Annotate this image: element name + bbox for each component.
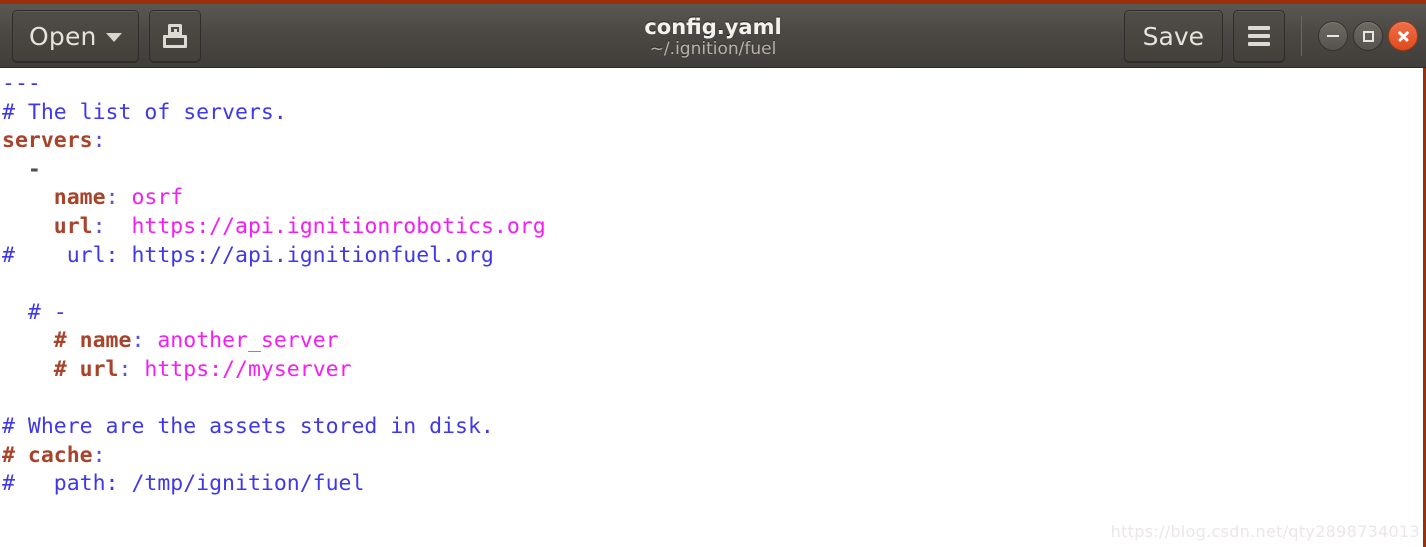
- code-line: # The list of servers.: [2, 99, 287, 125]
- open-button[interactable]: Open: [12, 10, 139, 62]
- gedit-window: Open config.yaml ~/.ignition/fuel Save -…: [0, 0, 1426, 547]
- chevron-down-icon: [105, 33, 122, 42]
- maximize-button[interactable]: [1353, 21, 1383, 51]
- save-button[interactable]: Save: [1123, 10, 1223, 62]
- text-editor-area[interactable]: --- # The list of servers. servers: - name…: [0, 68, 1426, 547]
- minimize-icon: [1327, 35, 1339, 37]
- code-line: # url: https://myserver: [53, 356, 352, 382]
- page-title: config.yaml: [644, 15, 782, 40]
- code-line: ---: [2, 71, 41, 96]
- code-line: # Where are the assets stored in disk.: [2, 414, 494, 440]
- code-line: # path: /tmp/ignition/fuel: [2, 471, 365, 497]
- close-button[interactable]: [1388, 21, 1418, 51]
- new-document-button[interactable]: [148, 10, 201, 62]
- minimize-button[interactable]: [1318, 21, 1348, 51]
- code-line: # name: another_server: [53, 328, 339, 354]
- close-icon: [1397, 30, 1410, 43]
- code-line: name: osrf: [53, 185, 184, 211]
- toolbar-divider: [1301, 16, 1302, 56]
- title-bar: Open config.yaml ~/.ignition/fuel Save: [0, 0, 1426, 68]
- window-controls: [1318, 21, 1418, 51]
- code-line: -: [27, 156, 41, 182]
- code-line: # -: [27, 299, 67, 325]
- toolbar-right-group: Save: [1123, 10, 1418, 62]
- save-button-label: Save: [1142, 21, 1204, 51]
- menu-button[interactable]: [1233, 10, 1285, 62]
- source-code[interactable]: --- # The list of servers. servers: - name…: [2, 70, 1426, 499]
- watermark-text: https://blog.csdn.net/qty2898734013: [1110, 522, 1420, 541]
- open-button-label: Open: [29, 21, 97, 51]
- code-line: servers:: [2, 128, 106, 154]
- hamburger-menu-icon: [1248, 26, 1270, 46]
- code-line: # url: https://api.ignitionfuel.org: [2, 242, 494, 268]
- save-as-icon: [162, 24, 188, 48]
- document-path: ~/.ignition/fuel: [649, 39, 777, 60]
- code-line: url: https://api.ignitionrobotics.org: [53, 213, 546, 239]
- maximize-icon: [1362, 30, 1374, 42]
- toolbar-left-group: Open: [12, 10, 201, 62]
- code-line: # cache:: [2, 442, 106, 468]
